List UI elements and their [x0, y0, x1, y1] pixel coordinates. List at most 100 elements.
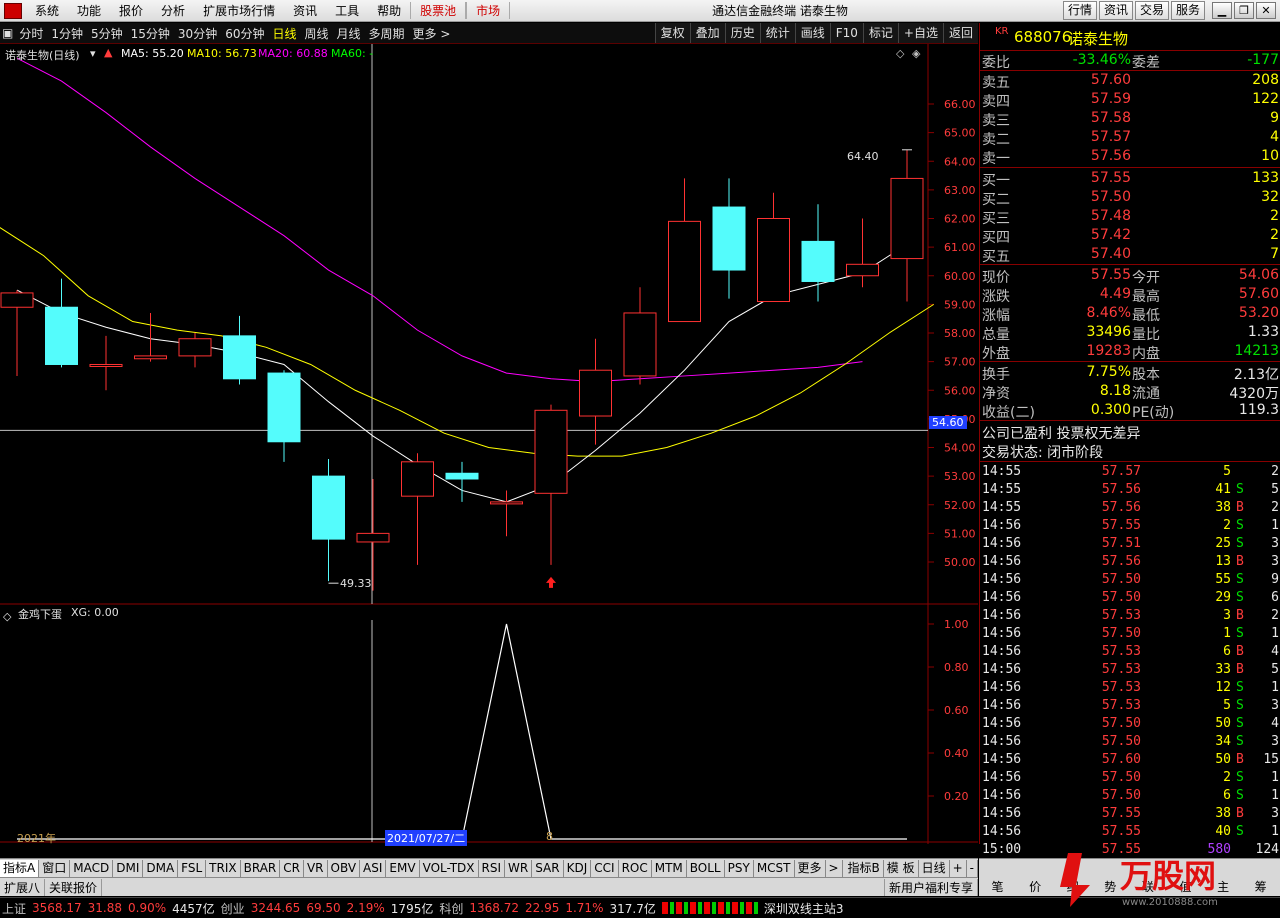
overlay-button[interactable]: 叠加 — [689, 23, 725, 43]
period-more[interactable]: 更多 > — [409, 25, 455, 42]
close-icon[interactable]: ✕ — [1256, 2, 1276, 19]
indicator-tab[interactable]: EMV — [386, 859, 420, 877]
back-button[interactable]: 返回 — [942, 23, 978, 43]
history-button[interactable]: 历史 — [724, 23, 760, 43]
quote-button[interactable]: 行情 — [1063, 1, 1098, 20]
tick-volume: 3 — [1223, 608, 1231, 623]
right-panel-tab[interactable]: 价 — [1017, 878, 1054, 897]
period-monthly[interactable]: 月线 — [333, 25, 365, 42]
y-axis-tick-label: 61.00 — [944, 241, 976, 254]
menu-quote[interactable]: 报价 — [110, 2, 152, 19]
menu-stock-pool[interactable]: 股票池 — [410, 2, 467, 19]
indicator-tab[interactable]: RSI — [479, 859, 506, 877]
period-daily[interactable]: 日线 — [268, 25, 300, 42]
period-weekly[interactable]: 周线 — [301, 25, 333, 42]
kline-chart[interactable]: 50.0051.0052.0053.0054.0055.0056.0057.00… — [0, 44, 978, 846]
tick-flag: S — [1236, 482, 1244, 497]
indicator-right-tab[interactable]: + — [950, 859, 967, 877]
menu-market[interactable]: 市场 — [466, 2, 511, 19]
add-watchlist-button[interactable]: +自选 — [897, 23, 943, 43]
settings-icon[interactable]: ◈ — [912, 47, 920, 60]
indicator-right-tab[interactable]: 模 板 — [884, 859, 919, 877]
period-15min[interactable]: 15分钟 — [127, 25, 174, 42]
menu-ext-market[interactable]: 扩展市场行情 — [194, 2, 284, 19]
indicator-tab[interactable]: 窗口 — [39, 859, 71, 877]
tick-time: 14:56 — [982, 788, 1022, 803]
stat-label: 股本 — [1132, 367, 1160, 383]
menu-help[interactable]: 帮助 — [368, 2, 410, 19]
trade-button[interactable]: 交易 — [1135, 1, 1170, 20]
mark-button[interactable]: 标记 — [862, 23, 898, 43]
new-user-promo[interactable]: 新用户福利专享 — [883, 878, 978, 896]
menu-news[interactable]: 资讯 — [284, 2, 326, 19]
indicator-collapse-icon[interactable]: ◇ — [3, 610, 11, 623]
indicator-tab[interactable]: BOLL — [687, 859, 725, 877]
period-intraday[interactable]: 分时 — [15, 25, 47, 42]
indicator-tab[interactable]: VR — [304, 859, 328, 877]
service-button[interactable]: 服务 — [1171, 1, 1206, 20]
indicator-tab[interactable]: PSY — [725, 859, 754, 877]
server-name[interactable]: 深圳双线主站3 — [764, 900, 844, 917]
menu-function[interactable]: 功能 — [68, 2, 110, 19]
indicator-tab[interactable]: CCI — [591, 859, 619, 877]
diamond-icon[interactable]: ◇ — [896, 47, 904, 60]
candle-up — [890, 177, 924, 260]
indicator-tab[interactable]: WR — [505, 859, 533, 877]
period-30min[interactable]: 30分钟 — [174, 25, 221, 42]
book-volume: 32 — [1261, 189, 1279, 205]
indicator-tab[interactable]: VOL-TDX — [420, 859, 479, 877]
ask-row: 卖二 57.57 4 — [980, 128, 1280, 148]
panel-toggle-icon[interactable]: ▣ — [0, 26, 15, 40]
ext-tab[interactable]: 扩展八 — [0, 878, 46, 896]
tick-time: 15:00 — [982, 842, 1022, 857]
stat-label: 涨幅 — [982, 308, 1010, 324]
indicator-tab[interactable]: BRAR — [241, 859, 281, 877]
bid-row: 买一 57.55 133 — [980, 169, 1280, 189]
indicator-tab[interactable]: FSL — [178, 859, 207, 877]
stats-button[interactable]: 统计 — [759, 23, 795, 43]
tick-volume: 50 — [1215, 752, 1231, 767]
indicator-tab[interactable]: ASI — [360, 859, 387, 877]
menu-analysis[interactable]: 分析 — [152, 2, 194, 19]
tick-count: 3 — [1271, 734, 1279, 749]
indicator-tab[interactable]: > — [826, 859, 843, 877]
period-5min[interactable]: 5分钟 — [87, 25, 127, 42]
menu-tools[interactable]: 工具 — [326, 2, 368, 19]
draw-button[interactable]: 画线 — [794, 23, 830, 43]
right-panel-tab[interactable]: 笔 — [979, 878, 1016, 897]
period-1min[interactable]: 1分钟 — [47, 25, 87, 42]
indicator-tab[interactable]: MCST — [754, 859, 795, 877]
restore-icon[interactable]: ❐ — [1234, 2, 1254, 19]
menu-system[interactable]: 系统 — [26, 2, 68, 19]
kline-chart-svg[interactable]: 50.0051.0052.0053.0054.0055.0056.0057.00… — [0, 44, 978, 844]
indicator-tab[interactable]: MTM — [652, 859, 687, 877]
news-button[interactable]: 资讯 — [1099, 1, 1134, 20]
book-volume: 133 — [1252, 170, 1279, 186]
indicator-right-tab[interactable]: 指标B — [845, 859, 884, 877]
expand-icon[interactable]: ▾ — [90, 47, 96, 60]
indicator-tab[interactable]: DMI — [113, 859, 144, 877]
indicator-tab[interactable]: 更多 — [795, 859, 826, 877]
indicator-right-tab[interactable]: 日线 — [919, 859, 950, 877]
indicator-tab[interactable]: MACD — [70, 859, 114, 877]
adjust-button[interactable]: 复权 — [654, 23, 690, 43]
stat-label: 最低 — [1132, 308, 1160, 324]
indicator-tab[interactable]: OBV — [328, 859, 361, 877]
indicator-tab[interactable]: CR — [280, 859, 304, 877]
f10-button[interactable]: F10 — [829, 23, 863, 43]
period-60min[interactable]: 60分钟 — [221, 25, 268, 42]
indicator-tab[interactable]: DMA — [143, 859, 179, 877]
stat-value: 8.46% — [1086, 305, 1131, 321]
related-quote-tab[interactable]: 关联报价 — [45, 878, 103, 896]
tick-price: 57.53 — [1101, 608, 1141, 623]
indicator-tab[interactable]: ROC — [619, 859, 652, 877]
indicator-tab[interactable]: 指标A — [0, 859, 40, 877]
period-multi[interactable]: 多周期 — [365, 25, 409, 42]
minimize-icon[interactable]: ▁ — [1212, 2, 1232, 19]
indicator-tab[interactable]: SAR — [532, 859, 564, 877]
indicator-tab[interactable]: TRIX — [206, 859, 241, 877]
tick-price: 57.55 — [1101, 824, 1141, 839]
indicator-right-tab[interactable]: - — [967, 859, 978, 877]
indicator-tab[interactable]: KDJ — [564, 859, 592, 877]
tick-flag: B — [1236, 644, 1244, 659]
